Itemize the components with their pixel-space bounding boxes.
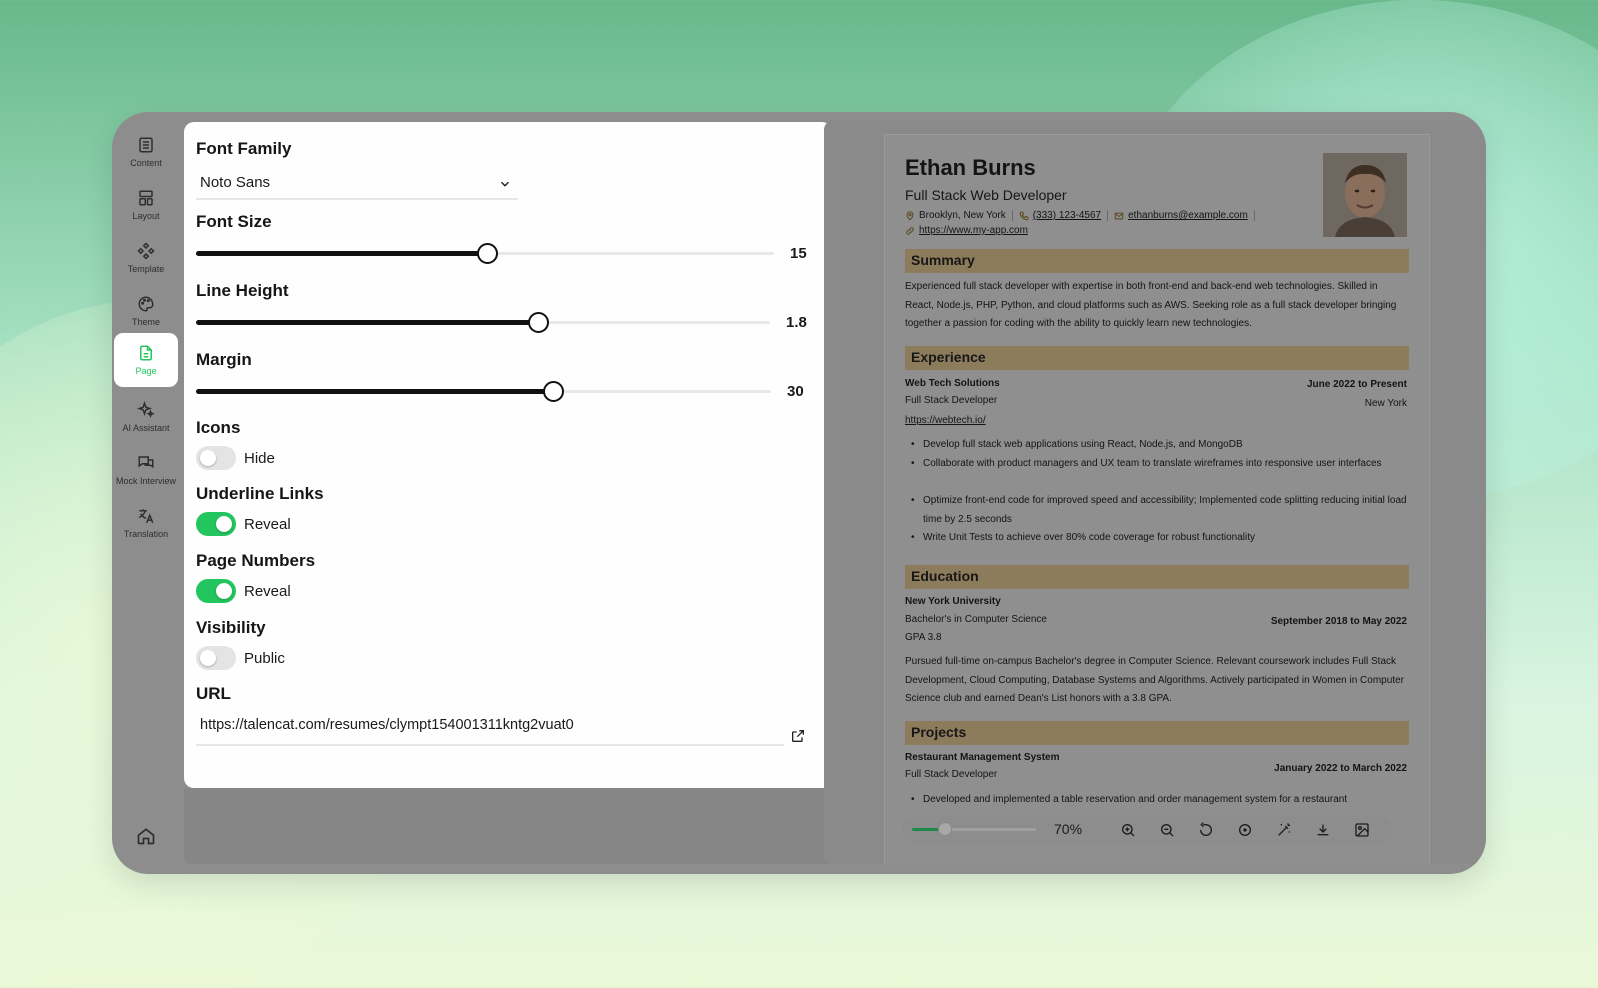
font-size-slider[interactable] — [196, 243, 774, 264]
image-icon[interactable] — [1354, 822, 1370, 838]
resume-title: Full Stack Web Developer — [905, 187, 1067, 203]
section-projects: Projects — [905, 721, 1409, 745]
sidebar-item-mock-interview[interactable]: Mock Interview — [114, 444, 178, 496]
url-label: URL — [196, 684, 231, 703]
url-field[interactable]: https://talencat.com/resumes/clympt15400… — [196, 714, 784, 746]
education-school: New York University — [905, 596, 1001, 607]
panel-bottom-area — [184, 788, 832, 864]
sidebar-item-theme[interactable]: Theme — [114, 285, 178, 337]
font-family-select[interactable]: Noto Sans — [196, 170, 518, 200]
content-icon — [139, 137, 153, 152]
sidebar-item-page[interactable]: Page — [114, 333, 178, 387]
zoom-in-icon[interactable] — [1120, 822, 1136, 838]
experience-role: Full Stack Developer — [905, 395, 998, 406]
zoom-slider[interactable] — [912, 822, 1036, 836]
sidebar-item-layout[interactable]: Layout — [114, 179, 178, 231]
resume-name: Ethan Burns — [905, 155, 1036, 180]
resume-page: Ethan Burns Full Stack Web Developer Bro… — [884, 134, 1430, 864]
line-height-value: 1.8 — [786, 314, 807, 331]
external-link-icon[interactable] — [790, 728, 806, 744]
experience-bullet: Collaborate with product managers and UX… — [911, 455, 1409, 474]
font-family-label: Font Family — [196, 139, 292, 158]
zoom-toolbar: 70% — [902, 816, 1392, 844]
page-settings-panel: Font Family Noto Sans Font Size 15 Line … — [184, 122, 832, 788]
page-icon — [140, 345, 152, 360]
section-summary: Summary — [905, 249, 1409, 273]
underline-links-label: Underline Links — [196, 484, 324, 503]
resume-phone-link[interactable]: (333) 123-4567 — [1033, 210, 1101, 221]
icons-label: Icons — [196, 418, 241, 437]
palette-icon — [138, 295, 154, 312]
resume-website-link[interactable]: https://www.my-app.com — [919, 225, 1028, 236]
link-icon — [906, 226, 914, 235]
template-icon — [137, 241, 155, 260]
project-bullet: Developed and implemented a table reserv… — [911, 791, 1409, 810]
education-dates: September 2018 to May 2022 — [1270, 616, 1407, 627]
zoom-slider-thumb[interactable] — [938, 822, 953, 836]
underline-links-toggle-row: Reveal — [196, 512, 291, 536]
resume-email-link[interactable]: ethanburns@example.com — [1128, 210, 1248, 221]
resume-contact-line: Brooklyn, New York (333) 123-4567 ethanb… — [905, 210, 1261, 221]
education-description: Pursued full-time on-campus Bachelor's d… — [905, 656, 1404, 705]
icons-toggle-row: Hide — [196, 446, 275, 470]
layout-icon — [139, 190, 153, 205]
visibility-label: Visibility — [196, 618, 266, 637]
profile-photo — [1323, 153, 1407, 237]
mail-icon — [1114, 212, 1124, 219]
experience-location: New York — [1364, 398, 1407, 409]
experience-link[interactable]: https://webtech.io/ — [905, 412, 1409, 431]
slider-thumb[interactable] — [476, 243, 498, 264]
experience-bullet: Develop full stack web applications usin… — [911, 436, 1409, 455]
zoom-level: 70% — [1054, 821, 1083, 837]
magic-wand-icon[interactable] — [1276, 822, 1292, 838]
location-pin-icon — [906, 210, 914, 220]
margin-value: 30 — [787, 383, 804, 400]
line-height-label: Line Height — [196, 281, 289, 300]
experience-bullet: Optimize front-end code for improved spe… — [911, 492, 1409, 529]
font-size-value: 15 — [790, 245, 807, 262]
sidebar-item-ai-assistant[interactable]: AI Assistant — [114, 391, 178, 443]
underline-links-toggle[interactable] — [196, 512, 236, 536]
reset-icon[interactable] — [1237, 822, 1253, 838]
margin-label: Margin — [196, 350, 252, 369]
app-window: Content Layout Template Theme Page AI As… — [112, 112, 1486, 874]
experience-dates: June 2022 to Present — [1306, 379, 1407, 390]
education-gpa: GPA 3.8 — [905, 632, 942, 643]
sidebar-item-template[interactable]: Template — [114, 232, 178, 284]
section-education: Education — [905, 565, 1409, 589]
rotate-icon[interactable] — [1198, 822, 1214, 838]
chevron-down-icon — [500, 181, 510, 187]
visibility-toggle[interactable] — [196, 646, 236, 670]
slider-thumb[interactable] — [528, 312, 550, 333]
sidebar: Content Layout Template Theme Page AI As… — [112, 112, 180, 874]
experience-bullet: Write Unit Tests to achieve over 80% cod… — [911, 529, 1409, 548]
slider-thumb[interactable] — [543, 381, 565, 402]
zoom-out-icon[interactable] — [1159, 822, 1175, 838]
project-dates: January 2022 to March 2022 — [1274, 763, 1407, 774]
visibility-toggle-row: Public — [196, 646, 285, 670]
translate-icon — [138, 508, 154, 523]
page-numbers-label: Page Numbers — [196, 551, 316, 570]
icons-toggle[interactable] — [196, 446, 236, 470]
page-numbers-toggle[interactable] — [196, 579, 236, 603]
line-height-slider[interactable] — [196, 312, 770, 333]
summary-text: Experienced full stack developer with ex… — [905, 281, 1397, 330]
margin-slider[interactable] — [196, 381, 771, 402]
home-icon[interactable] — [136, 826, 156, 846]
resume-website-line: https://www.my-app.com — [905, 225, 1028, 236]
sidebar-item-translation[interactable]: Translation — [114, 497, 178, 549]
font-size-label: Font Size — [196, 212, 272, 231]
chat-icon — [138, 455, 154, 468]
sidebar-item-content[interactable]: Content — [114, 126, 178, 178]
section-experience: Experience — [905, 346, 1409, 370]
download-icon[interactable] — [1315, 822, 1331, 838]
phone-icon — [1019, 211, 1028, 220]
resume-preview: Ethan Burns Full Stack Web Developer Bro… — [824, 120, 1486, 864]
page-numbers-toggle-row: Reveal — [196, 579, 291, 603]
sparkles-icon — [137, 400, 155, 418]
